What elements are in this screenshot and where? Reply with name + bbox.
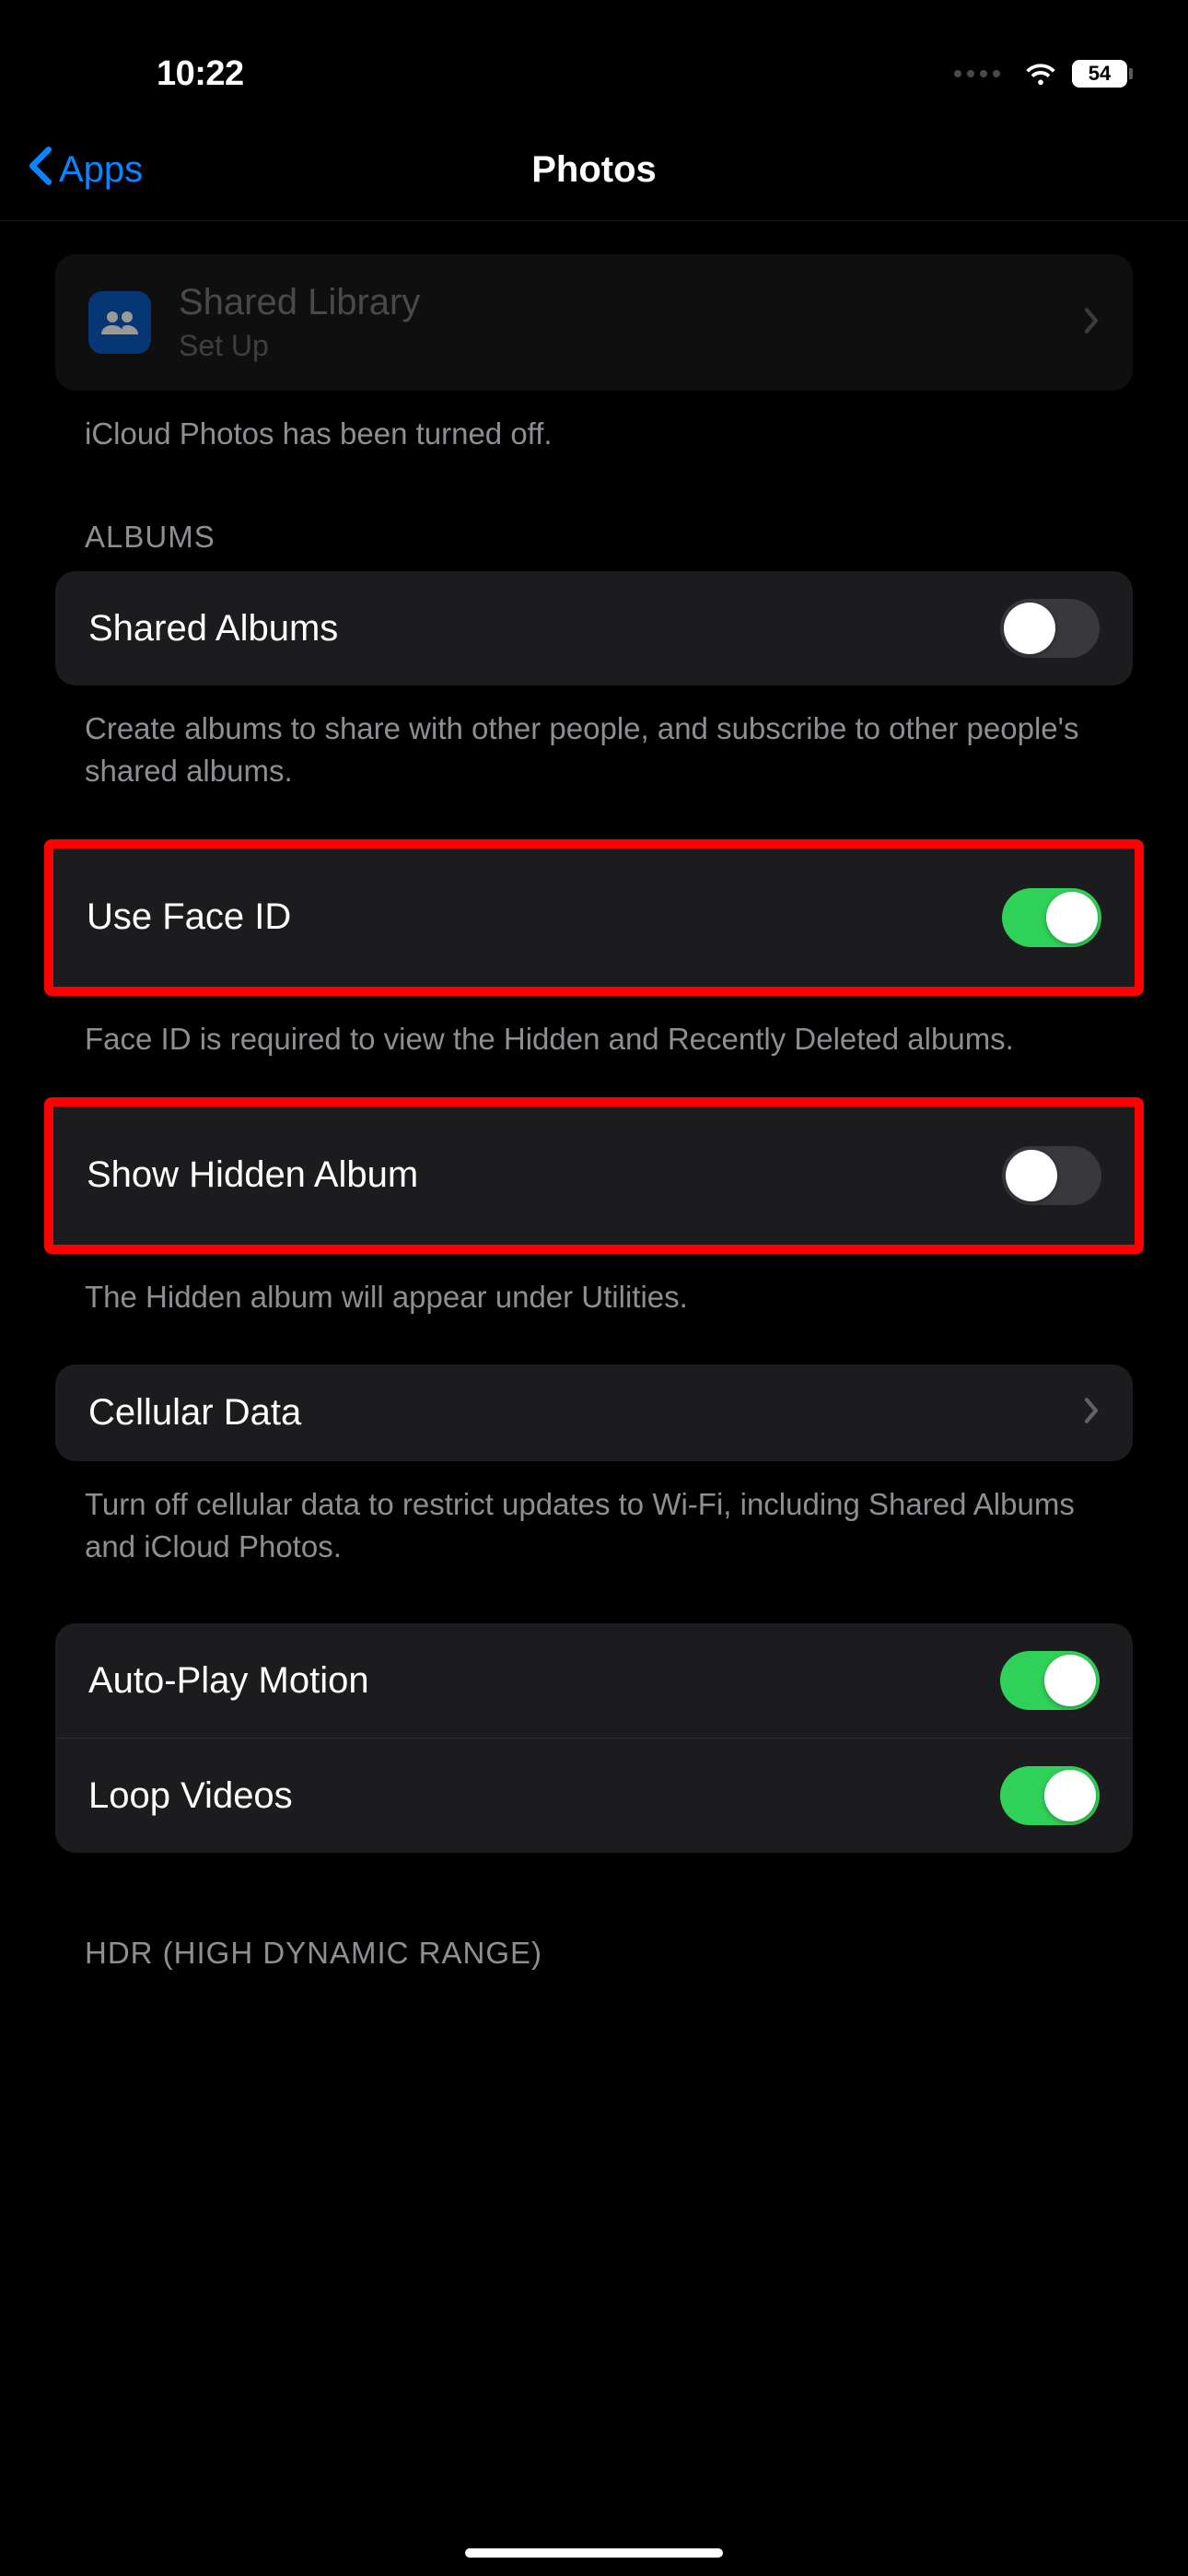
status-dots <box>954 70 1000 77</box>
nav-bar: Apps Photos <box>0 120 1188 221</box>
status-right: 54 <box>954 58 1133 90</box>
chevron-right-icon <box>1083 307 1100 339</box>
shared-albums-toggle[interactable] <box>1000 599 1100 658</box>
loop-videos-label: Loop Videos <box>88 1775 1000 1817</box>
icloud-footer: iCloud Photos has been turned off. <box>85 413 1103 455</box>
wifi-icon <box>1022 58 1059 90</box>
shared-albums-label: Shared Albums <box>88 608 1000 650</box>
use-face-id-label: Use Face ID <box>87 896 1002 938</box>
show-hidden-album-toggle[interactable] <box>1002 1146 1101 1205</box>
loop-videos-cell[interactable]: Loop Videos <box>55 1738 1133 1853</box>
show-hidden-album-cell[interactable]: Show Hidden Album <box>53 1107 1135 1245</box>
back-label: Apps <box>59 149 143 191</box>
face-id-footer: Face ID is required to view the Hidden a… <box>85 1018 1103 1060</box>
show-hidden-album-label: Show Hidden Album <box>87 1154 1002 1196</box>
highlight-hidden-album: Show Hidden Album <box>44 1097 1144 1254</box>
home-indicator[interactable] <box>465 2548 723 2558</box>
chevron-left-icon <box>28 146 53 195</box>
auto-play-motion-toggle[interactable] <box>1000 1651 1100 1710</box>
auto-play-motion-label: Auto-Play Motion <box>88 1660 1000 1702</box>
albums-header: ALBUMS <box>85 520 1103 555</box>
status-bar: 10:22 54 <box>0 0 1188 120</box>
people-icon <box>88 291 151 354</box>
battery-indicator: 54 <box>1072 60 1133 88</box>
chevron-right-icon <box>1083 1397 1100 1429</box>
page-title: Photos <box>531 149 657 191</box>
shared-library-title: Shared Library <box>179 282 1083 323</box>
loop-videos-toggle[interactable] <box>1000 1766 1100 1825</box>
shared-albums-cell[interactable]: Shared Albums <box>55 571 1133 685</box>
battery-percent: 54 <box>1089 62 1111 86</box>
back-button[interactable]: Apps <box>28 146 143 195</box>
cellular-data-label: Cellular Data <box>88 1392 1083 1434</box>
cellular-footer: Turn off cellular data to restrict updat… <box>85 1483 1103 1568</box>
shared-library-cell[interactable]: Shared Library Set Up <box>55 254 1133 391</box>
shared-albums-footer: Create albums to share with other people… <box>85 708 1103 792</box>
content: Shared Library Set Up iCloud Photos has … <box>0 254 1188 1971</box>
use-face-id-toggle[interactable] <box>1002 888 1101 947</box>
hidden-album-footer: The Hidden album will appear under Utili… <box>85 1276 1103 1318</box>
cellular-data-cell[interactable]: Cellular Data <box>55 1364 1133 1461</box>
shared-library-subtitle: Set Up <box>179 329 1083 363</box>
auto-play-motion-cell[interactable]: Auto-Play Motion <box>55 1623 1133 1738</box>
hdr-header: HDR (HIGH DYNAMIC RANGE) <box>85 1936 1103 1971</box>
status-time: 10:22 <box>157 54 244 94</box>
highlight-face-id: Use Face ID <box>44 839 1144 996</box>
use-face-id-cell[interactable]: Use Face ID <box>53 849 1135 987</box>
